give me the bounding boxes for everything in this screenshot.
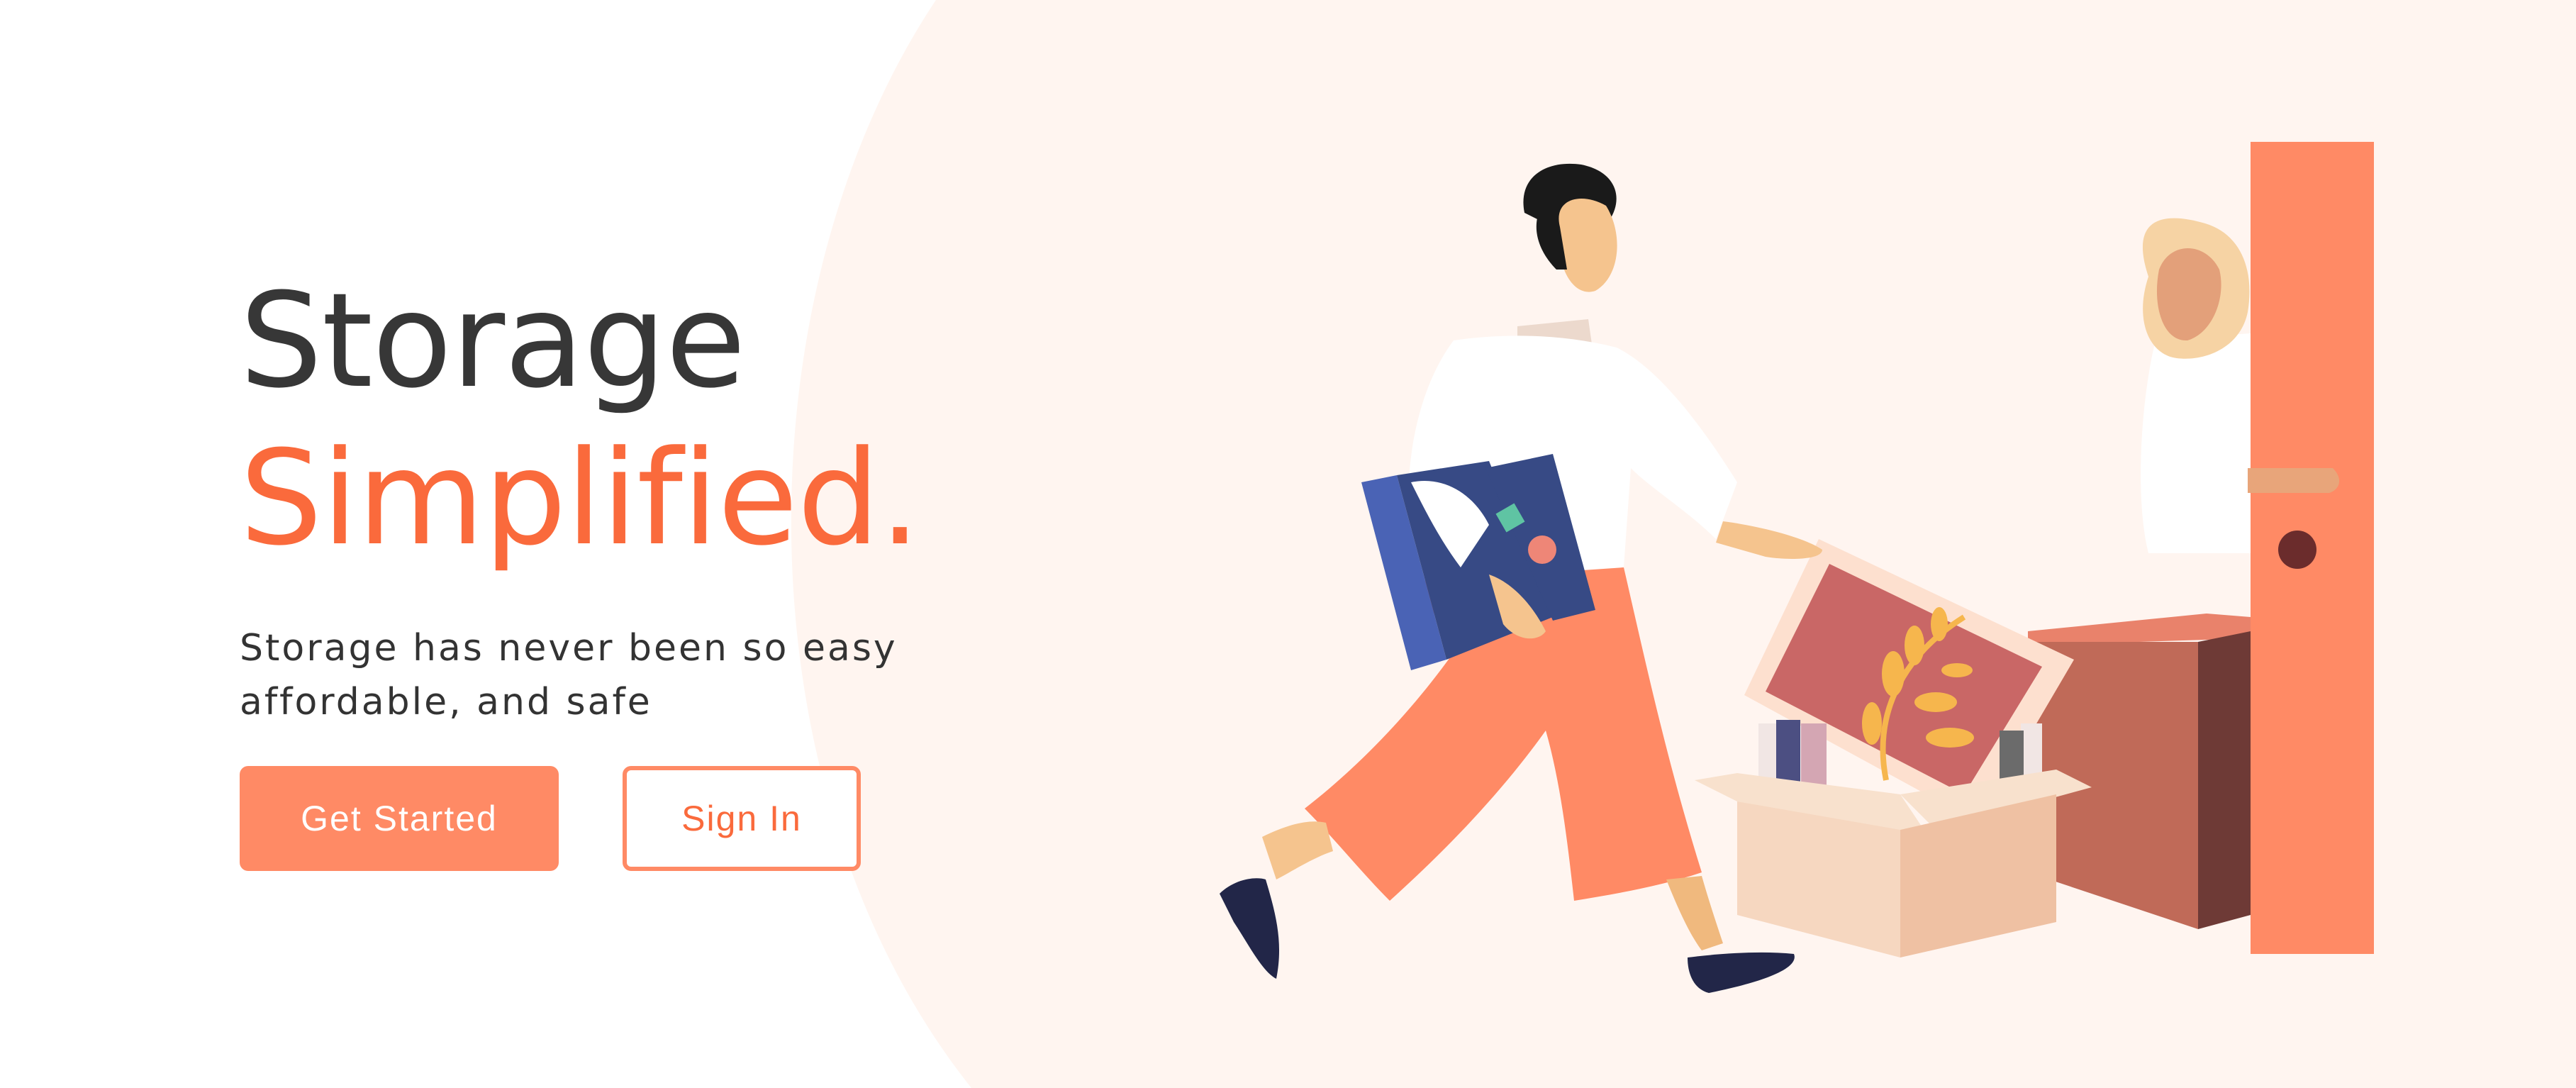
get-started-button[interactable]: Get Started	[240, 766, 559, 871]
landing-page: Storage Simplified. Storage has never be…	[0, 0, 2576, 1088]
moving-boxes-illustration	[1220, 142, 2374, 993]
hero-subtitle: Storage has never been so easy affordabl…	[240, 621, 949, 729]
subtitle-line-1: Storage has never been so easy	[240, 627, 898, 670]
cta-group: Get Started Sign In	[240, 766, 861, 871]
headline-storage: Storage	[240, 265, 746, 417]
sign-in-button[interactable]: Sign In	[623, 766, 861, 871]
hero-section: Storage Simplified. Storage has never be…	[240, 262, 1091, 729]
subtitle-line-2: affordable, and safe	[240, 681, 652, 723]
headline-simplified: Simplified.	[240, 423, 921, 574]
